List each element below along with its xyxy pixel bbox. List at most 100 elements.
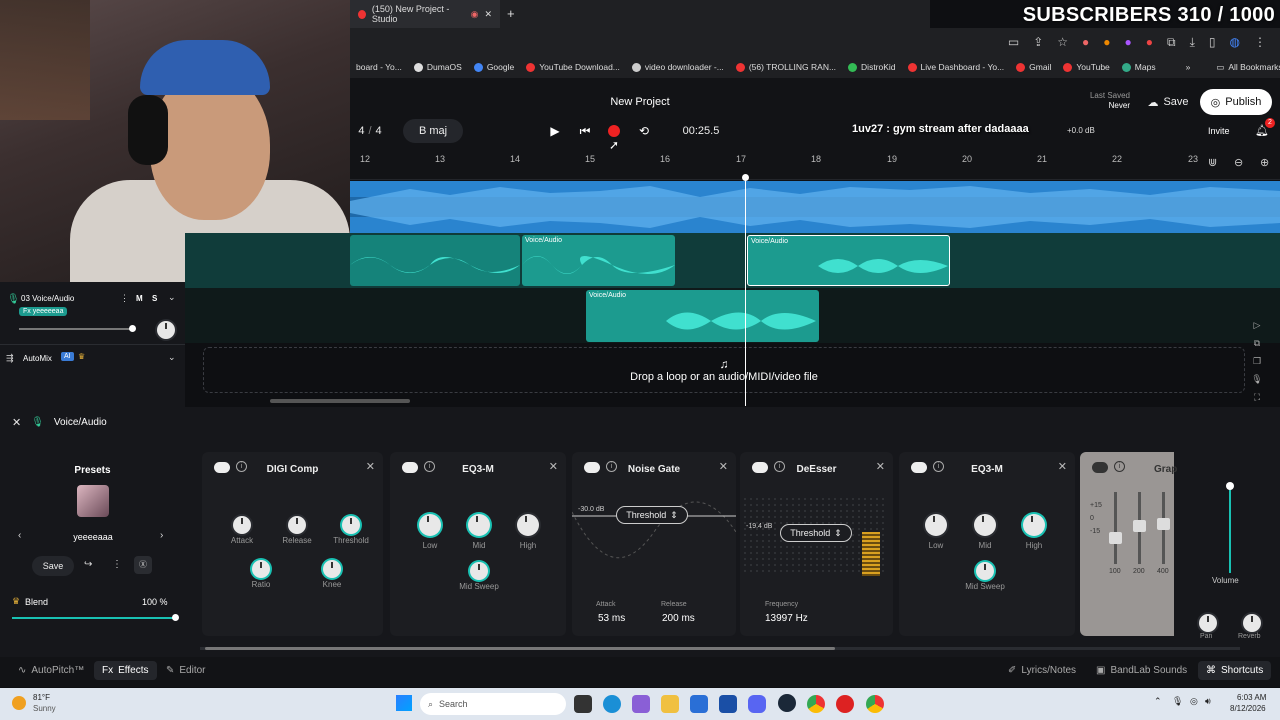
audio-clip[interactable]: Voice/Audio bbox=[586, 290, 819, 342]
share-icon[interactable]: ⇪ bbox=[1033, 35, 1043, 49]
bookmark-item[interactable]: Live Dashboard - Yo... bbox=[907, 62, 1004, 72]
mic-icon[interactable]: 🎙︎ bbox=[1250, 370, 1264, 388]
magnet-icon[interactable]: ⋓ bbox=[1208, 156, 1217, 169]
steam-icon[interactable] bbox=[778, 694, 796, 712]
bookmark-item[interactable]: YouTube Download... bbox=[526, 62, 620, 72]
eq-band-handle[interactable] bbox=[1133, 520, 1146, 532]
loop-button[interactable]: ⟲ bbox=[630, 117, 658, 145]
menu-icon[interactable]: ⋮ bbox=[1254, 35, 1266, 49]
share-icon[interactable]: ↪ bbox=[84, 559, 92, 570]
threshold-control[interactable]: Threshold ⇕ bbox=[616, 506, 688, 524]
vocal-track-lane-3[interactable]: Voice/Audio bbox=[185, 288, 1280, 343]
solo-button[interactable]: S bbox=[152, 294, 157, 303]
expand-automix-icon[interactable]: ⌄ bbox=[168, 352, 176, 363]
clock-time[interactable]: 6:03 AM bbox=[1237, 693, 1266, 702]
zoom-out-icon[interactable]: ⊖ bbox=[1234, 156, 1243, 169]
publish-button[interactable]: ◎ Publish bbox=[1200, 89, 1272, 115]
invite-button[interactable]: Invite bbox=[1208, 126, 1230, 136]
fx-scrollbar-thumb[interactable] bbox=[205, 647, 835, 650]
copy-icon[interactable]: ❐ bbox=[1250, 352, 1264, 370]
audio-clip[interactable]: Voice/Audio bbox=[522, 235, 675, 286]
more-bookmarks-icon[interactable]: » bbox=[1186, 62, 1191, 72]
start-icon[interactable] bbox=[396, 695, 412, 711]
track-options-icon[interactable]: ⋮ bbox=[120, 293, 129, 304]
extension-icon[interactable]: ● bbox=[1103, 35, 1110, 49]
bookmark-item[interactable]: (56) TROLLING RAN... bbox=[735, 62, 836, 72]
key-selector[interactable]: B maj bbox=[403, 119, 463, 143]
high-knob[interactable] bbox=[1023, 514, 1045, 536]
save-preset-button[interactable]: Save bbox=[32, 556, 74, 576]
autopitch-tab[interactable]: ∿ AutoPitch™ bbox=[18, 665, 84, 676]
play-button[interactable]: ▶ bbox=[541, 117, 569, 145]
extension-icon[interactable]: ● bbox=[1125, 35, 1132, 49]
release-knob[interactable] bbox=[288, 516, 306, 534]
bookmark-item[interactable]: Gmail bbox=[1016, 62, 1051, 72]
frequency-value[interactable]: 13997 Hz bbox=[765, 613, 808, 624]
more-icon[interactable]: ⋮ bbox=[112, 559, 122, 570]
play-preview-icon[interactable]: ▷ bbox=[1250, 316, 1264, 334]
track-pan-knob[interactable] bbox=[157, 321, 175, 339]
plugin-toggle[interactable] bbox=[1092, 462, 1108, 473]
puzzle-icon[interactable]: ⧉ bbox=[1167, 35, 1176, 50]
bookmark-item[interactable]: video downloader -... bbox=[631, 62, 724, 72]
preset-name[interactable]: yeeeeaaa bbox=[30, 532, 156, 542]
bookmark-item[interactable]: DumaOS bbox=[413, 62, 462, 72]
sidebar-icon[interactable]: ▯ bbox=[1209, 35, 1216, 49]
bookmark-item[interactable]: Google bbox=[473, 62, 514, 72]
bookmark-item[interactable]: YouTube bbox=[1063, 62, 1110, 72]
close-icon[interactable]: ✕ bbox=[12, 416, 21, 429]
avatar[interactable]: ◍ bbox=[1230, 35, 1240, 49]
add-track-icon[interactable]: ⧉ bbox=[1250, 334, 1264, 352]
blend-slider[interactable] bbox=[12, 617, 175, 619]
track-name[interactable]: 03 Voice/Audio bbox=[21, 294, 74, 303]
lyrics-tab[interactable]: ✐ Lyrics/Notes bbox=[1008, 665, 1076, 676]
bypass-icon[interactable]: Ⓧ bbox=[134, 556, 152, 574]
threshold-knob[interactable] bbox=[342, 516, 360, 534]
low-knob[interactable] bbox=[419, 514, 441, 536]
shortcuts-button[interactable]: ⌘ Shortcuts bbox=[1198, 661, 1272, 680]
store-icon[interactable] bbox=[719, 695, 737, 713]
chrome-icon[interactable] bbox=[866, 695, 884, 713]
timeline-scrollbar[interactable] bbox=[270, 399, 410, 403]
clock-date[interactable]: 8/12/2026 bbox=[1230, 704, 1266, 713]
tray-chevron-icon[interactable]: ⌃ bbox=[1154, 696, 1162, 707]
eq-band-handle[interactable] bbox=[1109, 532, 1122, 544]
mid-sweep-knob[interactable] bbox=[470, 562, 488, 580]
preset-thumbnail[interactable] bbox=[77, 485, 109, 517]
app-icon[interactable] bbox=[632, 695, 650, 713]
mid-knob[interactable] bbox=[974, 514, 996, 536]
automix-label[interactable]: AutoMix bbox=[23, 354, 52, 363]
volume-icon[interactable]: 🔊︎ bbox=[1205, 696, 1211, 707]
mid-knob[interactable] bbox=[468, 514, 490, 536]
knee-knob[interactable] bbox=[323, 560, 341, 578]
rewind-button[interactable]: ⏮ bbox=[571, 117, 599, 145]
effects-tab[interactable]: Fx Effects bbox=[94, 661, 157, 680]
sounds-tab[interactable]: ▣ BandLab Sounds bbox=[1096, 665, 1187, 676]
chrome-icon[interactable] bbox=[807, 695, 825, 713]
drop-zone[interactable]: ♫ Drop a loop or an audio/MIDI/video fil… bbox=[203, 347, 1245, 393]
editor-tab[interactable]: ✎ Editor bbox=[166, 665, 206, 676]
all-bookmarks[interactable]: ▭ All Bookmarks bbox=[1216, 62, 1280, 73]
volume-handle[interactable] bbox=[1226, 482, 1234, 490]
time-signature[interactable]: 4/4 bbox=[352, 121, 388, 141]
taskview-icon[interactable] bbox=[574, 695, 592, 713]
expand-track-icon[interactable]: ⌄ bbox=[168, 292, 176, 303]
audio-clip-selected[interactable]: Voice/Audio bbox=[747, 235, 950, 286]
app-icon[interactable] bbox=[836, 695, 854, 713]
taskbar-search[interactable]: ⌕ Search bbox=[420, 693, 566, 715]
fullscreen-icon[interactable]: ⛶ bbox=[1250, 388, 1264, 406]
low-knob[interactable] bbox=[925, 514, 947, 536]
threshold-control[interactable]: Threshold ⇕ bbox=[780, 524, 852, 542]
vocal-track-lane-2[interactable]: Voice/Audio Voice/Audio bbox=[185, 233, 1280, 288]
volume-slider[interactable] bbox=[1229, 483, 1231, 573]
extension-icon[interactable]: ● bbox=[1082, 35, 1089, 49]
audio-clip[interactable] bbox=[350, 235, 520, 286]
high-knob[interactable] bbox=[517, 514, 539, 536]
track-fx-badge[interactable]: Fx yeeeeeaa bbox=[19, 307, 68, 316]
track-volume-handle[interactable] bbox=[129, 325, 136, 332]
eq-band-slider[interactable] bbox=[1114, 492, 1117, 564]
prev-preset-icon[interactable]: ‹ bbox=[18, 530, 21, 541]
playhead[interactable] bbox=[745, 176, 746, 406]
next-preset-icon[interactable]: › bbox=[160, 530, 163, 541]
close-tab-icon[interactable]: ✕ bbox=[484, 9, 492, 20]
